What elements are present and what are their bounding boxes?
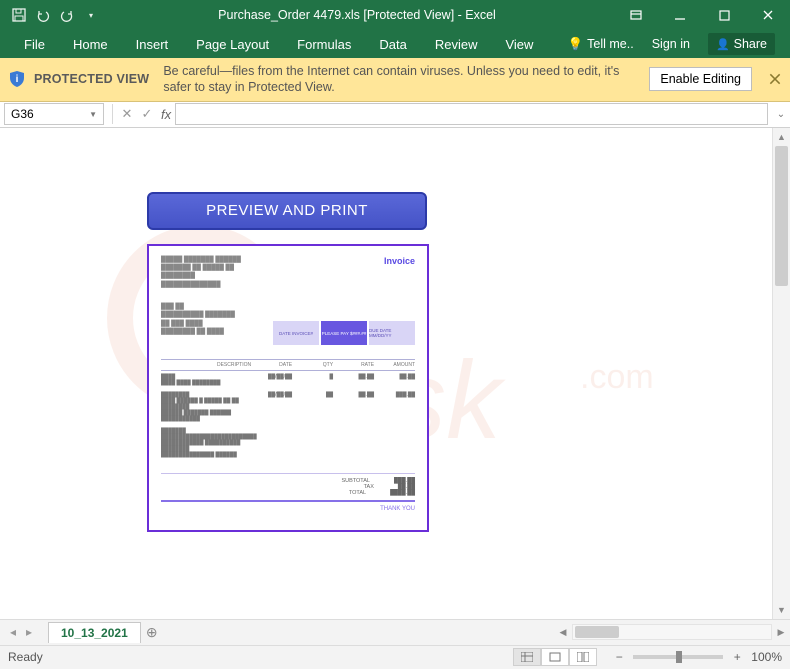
sign-in[interactable]: Sign in <box>645 30 697 58</box>
lightbulb-icon: 💡 <box>568 37 584 52</box>
close-icon[interactable] <box>768 72 782 86</box>
undo-icon[interactable] <box>34 6 52 24</box>
table-row: ████████████████████████████████████████… <box>161 425 415 461</box>
enable-editing-button[interactable]: Enable Editing <box>649 67 752 91</box>
tab-insert[interactable]: Insert <box>122 30 183 58</box>
table-row: ████████ ████ ██████████/██/█████.████.█… <box>161 371 415 389</box>
ribbon-tabs: File Home Insert Page Layout Formulas Da… <box>0 30 790 58</box>
protected-view-message: Be careful—files from the Internet can c… <box>163 63 641 96</box>
view-buttons <box>513 648 597 666</box>
scroll-left-icon[interactable]: ◀ <box>554 627 572 638</box>
quick-access-toolbar: ▾ <box>0 6 100 24</box>
sheet-nav[interactable]: ◂▸ <box>0 625 42 639</box>
tab-data[interactable]: Data <box>365 30 420 58</box>
svg-text:i: i <box>16 74 19 85</box>
chevron-down-icon[interactable]: ▼ <box>89 110 97 119</box>
save-icon[interactable] <box>10 6 28 24</box>
zoom-slider[interactable] <box>633 655 723 659</box>
invoice-totals: SUBTOTAL███.██ TAX██.██ TOTAL████.██ <box>161 473 415 502</box>
shield-icon: i <box>8 70 26 88</box>
zoom-control: − + 100% <box>611 650 782 664</box>
tab-page-layout[interactable]: Page Layout <box>182 30 283 58</box>
worksheet-area: risk .com PREVIEW AND PRINT █████ ██████… <box>0 128 790 619</box>
tab-home[interactable]: Home <box>59 30 122 58</box>
invoice-table-header: DESCRIPTION DATE QTY RATE AMOUNT <box>161 359 415 371</box>
redo-icon[interactable] <box>58 6 76 24</box>
new-sheet-icon[interactable]: ⊕ <box>141 624 163 641</box>
scroll-track[interactable] <box>773 146 790 601</box>
tab-formulas[interactable]: Formulas <box>283 30 365 58</box>
window-controls <box>614 0 790 30</box>
sheet-tab[interactable]: 10_13_2021 <box>48 622 141 643</box>
worksheet[interactable]: risk .com PREVIEW AND PRINT █████ ██████… <box>0 128 772 619</box>
formula-input[interactable] <box>175 103 768 125</box>
invoice-title: Invoice <box>384 256 415 290</box>
tab-file[interactable]: File <box>10 30 59 58</box>
vertical-scrollbar[interactable]: ▲ ▼ <box>772 128 790 619</box>
page-layout-view-icon[interactable] <box>541 648 569 666</box>
invoice-pay-boxes: DATE INVOICE# PLEASE PAY $###.## DUE DAT… <box>273 321 415 345</box>
ribbon-display-icon[interactable] <box>614 0 658 30</box>
maximize-icon[interactable] <box>702 0 746 30</box>
zoom-level[interactable]: 100% <box>751 650 782 664</box>
qat-dropdown-icon[interactable]: ▾ <box>82 6 100 24</box>
share-icon: 👤 <box>716 38 730 51</box>
zoom-in-icon[interactable]: + <box>729 650 745 664</box>
invoice-thank-you: THANK YOU <box>161 506 415 512</box>
minimize-icon[interactable] <box>658 0 702 30</box>
cancel-formula-icon[interactable]: ✕ <box>117 106 137 122</box>
protected-view-bar: i PROTECTED VIEW Be careful—files from t… <box>0 58 790 102</box>
formula-bar: G36 ▼ ✕ ✓ fx ⌄ <box>0 102 790 128</box>
svg-text:.com: .com <box>580 358 654 396</box>
title-bar: ▾ Purchase_Order 4479.xls [Protected Vie… <box>0 0 790 30</box>
tab-view[interactable]: View <box>491 30 547 58</box>
name-box[interactable]: G36 ▼ <box>4 103 104 125</box>
tab-review[interactable]: Review <box>421 30 492 58</box>
tell-me[interactable]: 💡 Tell me.. <box>561 30 641 58</box>
enter-formula-icon[interactable]: ✓ <box>137 106 157 122</box>
expand-formula-icon[interactable]: ⌄ <box>772 109 790 120</box>
scroll-up-icon[interactable]: ▲ <box>773 128 790 146</box>
normal-view-icon[interactable] <box>513 648 541 666</box>
status-ready: Ready <box>8 650 43 664</box>
status-bar: Ready − + 100% <box>0 645 790 669</box>
fx-icon[interactable]: fx <box>161 107 171 122</box>
invoice-billto: ███ ████████████ █████████ ███ █████████… <box>161 303 235 345</box>
horizontal-scrollbar[interactable]: ◀ ▶ <box>476 624 790 640</box>
scroll-down-icon[interactable]: ▼ <box>773 601 790 619</box>
table-row: ████████████ ██████ █ █████ ██ ██ ██████… <box>161 389 415 425</box>
protected-view-title: PROTECTED VIEW <box>34 72 149 86</box>
page-break-view-icon[interactable] <box>569 648 597 666</box>
scroll-right-icon[interactable]: ▶ <box>772 627 790 638</box>
sheet-tabs-bar: ◂▸ 10_13_2021 ⊕ ◀ ▶ <box>0 619 790 645</box>
share-button[interactable]: 👤 Share <box>701 30 782 58</box>
scroll-thumb[interactable] <box>775 146 788 286</box>
close-icon[interactable] <box>746 0 790 30</box>
invoice-preview: █████ ███████ █████████████ ██ █████ ███… <box>147 244 429 532</box>
zoom-out-icon[interactable]: − <box>611 650 627 664</box>
scroll-thumb[interactable] <box>575 626 619 638</box>
preview-and-print-button[interactable]: PREVIEW AND PRINT <box>147 192 427 230</box>
window-title: Purchase_Order 4479.xls [Protected View]… <box>100 8 614 22</box>
invoice-sender: █████ ███████ █████████████ ██ █████ ███… <box>161 256 241 290</box>
